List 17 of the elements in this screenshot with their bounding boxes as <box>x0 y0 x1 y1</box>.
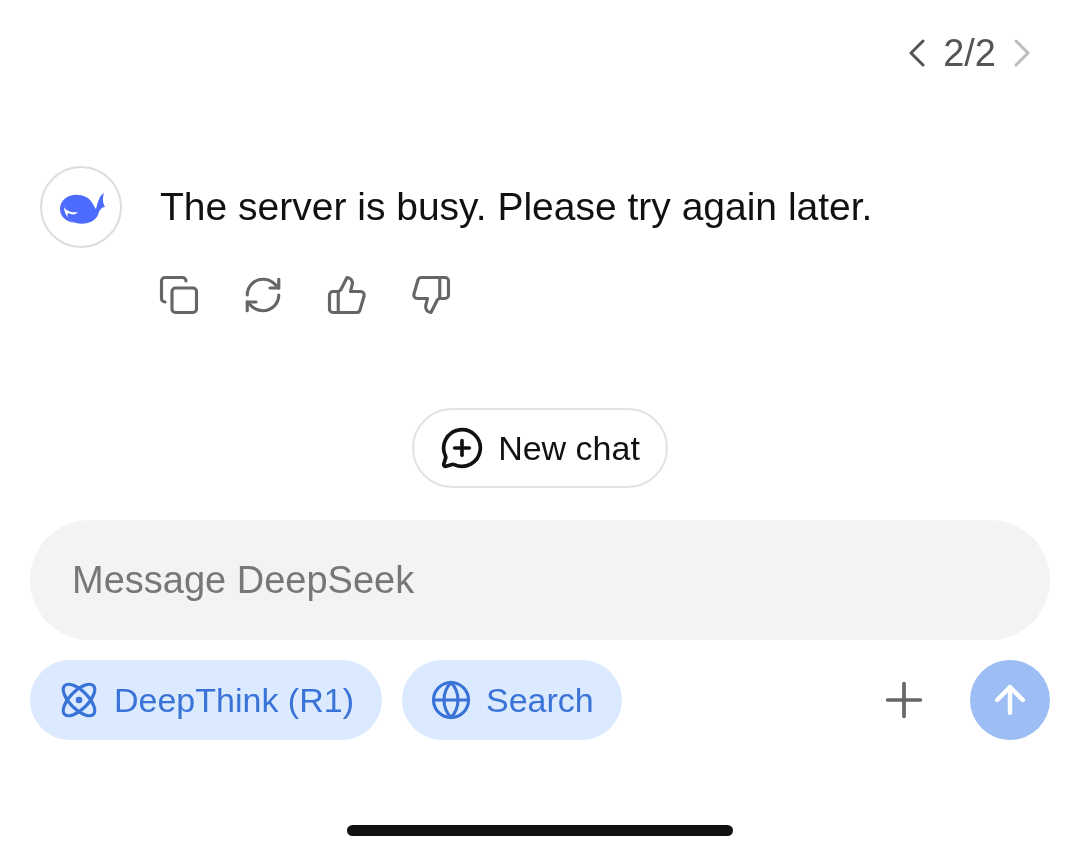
search-toggle[interactable]: Search <box>402 660 622 740</box>
copy-button[interactable] <box>158 274 200 316</box>
thumbs-up-icon <box>326 274 368 316</box>
chevron-left-icon <box>909 39 926 67</box>
page-counter: 2/2 <box>943 31 996 75</box>
globe-icon <box>430 679 472 721</box>
chat-plus-icon <box>440 426 485 470</box>
chevron-right-icon <box>1014 39 1030 67</box>
copy-icon <box>158 274 200 316</box>
message-input[interactable]: Message DeepSeek <box>30 520 1050 640</box>
assistant-message: The server is busy. Please try again later. <box>160 185 873 229</box>
previous-button[interactable] <box>909 39 926 67</box>
like-button[interactable] <box>326 274 368 316</box>
thumbs-down-icon <box>410 274 452 316</box>
dislike-button[interactable] <box>410 274 452 316</box>
deepthink-toggle[interactable]: DeepThink (R1) <box>30 660 382 740</box>
new-chat-button[interactable]: New chat <box>412 408 668 488</box>
